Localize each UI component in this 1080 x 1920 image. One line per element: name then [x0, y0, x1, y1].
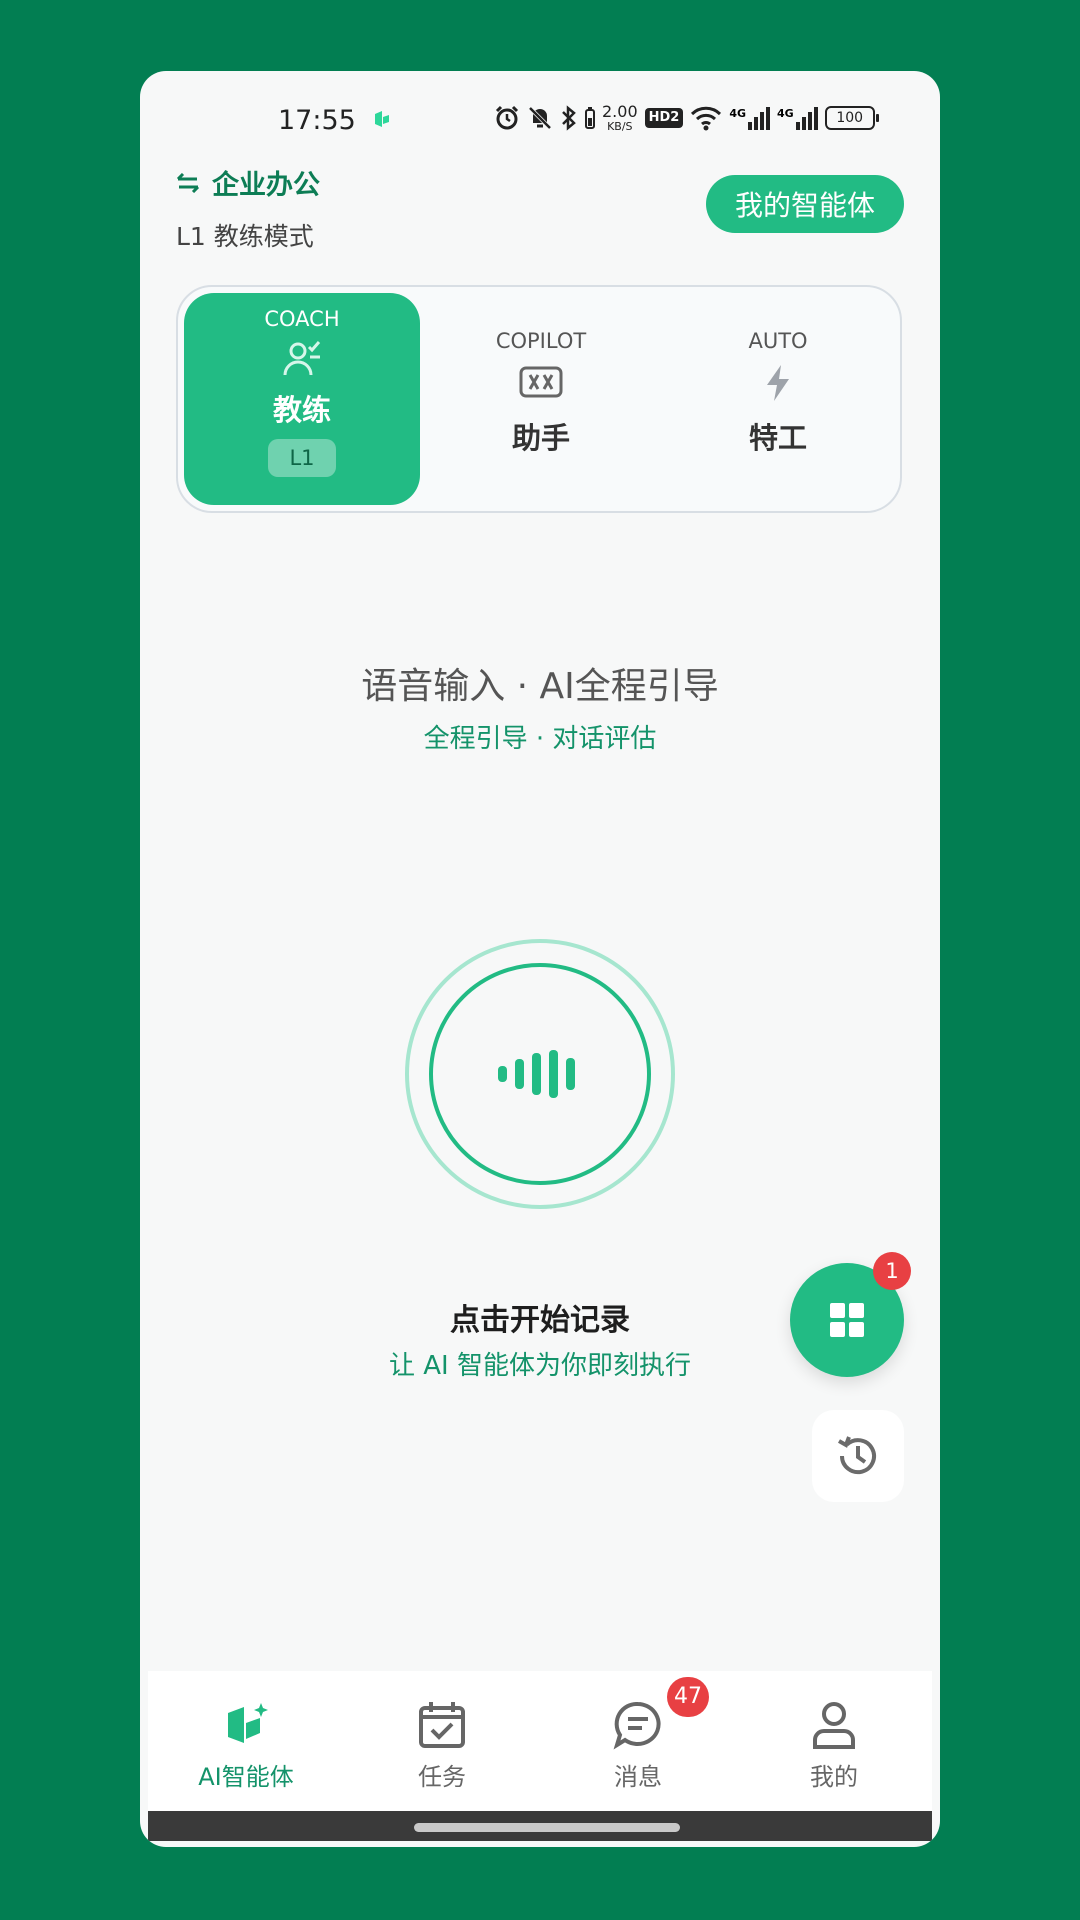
tab-label: 我的: [810, 1763, 858, 1791]
tab-tasks[interactable]: 任务: [344, 1671, 540, 1811]
status-icons: 2.00 KB/S HD2 4G 4G 100: [494, 101, 879, 135]
hero-title: 语音输入 · AI全程引导: [361, 666, 719, 707]
network-type-1: 4G: [729, 106, 747, 120]
gesture-area: [148, 1811, 932, 1841]
battery-saver-icon: [585, 107, 595, 129]
grid-icon: [830, 1303, 864, 1337]
calendar-check-icon: [419, 1702, 465, 1748]
mode-option-copilot[interactable]: COPILOT 助手: [423, 287, 659, 511]
switch-arrows-icon: [176, 172, 200, 193]
org-switcher[interactable]: 企业办公: [176, 163, 320, 202]
copilot-icon: [519, 366, 563, 398]
voice-wave-icon: [498, 1050, 575, 1098]
phone-screen: 17:55 2.00 KB/S HD2 4G 4G 100 企业办公 L1 教练…: [140, 71, 940, 1847]
bluetooth-icon: [562, 105, 576, 131]
tab-label: AI智能体: [198, 1763, 294, 1791]
history-button[interactable]: [812, 1410, 904, 1502]
apps-badge: 1: [873, 1252, 911, 1290]
speed-value: 2.00: [602, 101, 638, 121]
mode-level-badge: L1: [268, 439, 336, 477]
person-icon: [813, 1702, 855, 1749]
app-notification-icon: [375, 111, 389, 127]
mode-selector: COACH 教练 L1 COPILOT 助手 AUTO 特工: [176, 285, 902, 513]
home-indicator[interactable]: [414, 1823, 680, 1832]
coach-icon: [283, 341, 321, 376]
tab-ai-agent[interactable]: AI智能体: [148, 1671, 344, 1811]
mode-en-label: COACH: [264, 307, 340, 331]
alarm-icon: [495, 105, 519, 130]
status-time: 17:55: [278, 105, 356, 136]
org-name: 企业办公: [212, 170, 320, 201]
battery-icon: 100: [824, 106, 879, 130]
current-mode-label: L1 教练模式: [176, 222, 314, 251]
tab-label: 任务: [418, 1763, 466, 1791]
wifi-icon: [691, 106, 722, 131]
agent-icon: [228, 1703, 268, 1743]
speed-unit: KB/S: [607, 119, 633, 133]
record-button[interactable]: [429, 963, 651, 1185]
mode-option-coach[interactable]: COACH 教练 L1: [184, 293, 420, 505]
mode-cn-label: 教练: [272, 393, 331, 427]
chat-icon: [613, 1701, 661, 1750]
tab-profile[interactable]: 我的: [736, 1671, 932, 1811]
status-bar: 17:55 2.00 KB/S HD2 4G 4G 100: [140, 71, 940, 136]
signal-bars-2-icon: [795, 106, 818, 130]
bolt-icon: [767, 365, 789, 401]
mode-en-label: AUTO: [748, 329, 808, 353]
mode-cn-label: 特工: [748, 421, 807, 455]
hero-subtitle: 全程引导 · 对话评估: [423, 724, 657, 754]
network-type-2: 4G: [777, 106, 794, 120]
bottom-tab-bar: AI智能体 任务 消息 47 我的: [148, 1671, 932, 1811]
tab-label: 消息: [614, 1763, 662, 1791]
messages-badge: 47: [667, 1677, 709, 1717]
my-agents-button[interactable]: 我的智能体: [706, 175, 904, 233]
mode-cn-label: 助手: [511, 421, 570, 455]
mute-icon: [528, 106, 552, 130]
tab-messages[interactable]: 消息 47: [540, 1671, 736, 1811]
hd-icon: HD2: [644, 108, 684, 128]
mode-option-auto[interactable]: AUTO 特工: [660, 287, 896, 511]
network-speed: 2.00 KB/S: [602, 101, 638, 133]
history-icon: [838, 1436, 876, 1475]
signal-1: 4G: [729, 106, 771, 130]
signal-bars-1-icon: [748, 106, 771, 130]
signal-2: 4G: [777, 106, 818, 130]
mode-en-label: COPILOT: [495, 329, 587, 353]
